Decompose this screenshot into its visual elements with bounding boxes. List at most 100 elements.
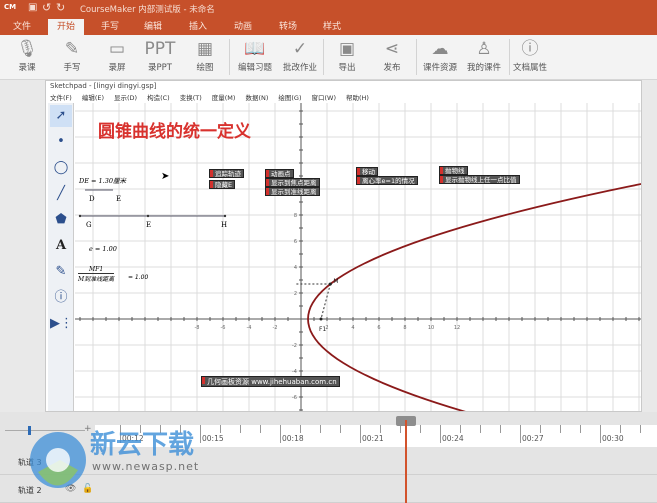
save-icon[interactable]: ▣ [28, 2, 37, 13]
point-m [328, 282, 332, 286]
sketch-menu-item[interactable]: 绘图(G) [278, 92, 301, 102]
tab-1[interactable]: 开始 [48, 19, 84, 35]
watermark-logo-icon [30, 432, 86, 488]
action-button[interactable]: 显示抛物线上任一点比值 [439, 175, 520, 184]
ratio-numerator: MF1 [89, 266, 104, 273]
tab-0[interactable]: 文件 [4, 19, 40, 35]
ruler-time-label: 00:18 [282, 434, 304, 443]
ribbon-button-6[interactable]: ✓ 批改作业 [278, 37, 322, 73]
y-tick-label: -2 [292, 343, 297, 349]
action-button[interactable]: 离心率e=1的情况 [356, 176, 418, 185]
sketch-menu-item[interactable]: 度量(M) [212, 92, 236, 102]
tab-2[interactable]: 手写 [92, 19, 128, 35]
line-tool-icon[interactable]: ╱ [50, 183, 72, 205]
ribbon-button-3[interactable]: PPT 录PPT [138, 37, 182, 73]
point-tool-icon[interactable]: • [50, 131, 72, 153]
watermark-name: 新云下载 [90, 430, 195, 460]
ruler-minor-tick [400, 425, 401, 433]
ribbon-button-label: 录屏 [108, 63, 126, 73]
ribbon-button-2[interactable]: ▭ 录屏 [95, 37, 139, 73]
arrow-tool-icon[interactable]: ➚ [50, 105, 72, 127]
info-tool-icon[interactable]: ⓘ [50, 287, 72, 309]
microphone-icon: 🎙 [16, 39, 38, 59]
ribbon-toolbar: 🎙 录课 ✎ 手写 ▭ 录屏 PPT 录PPT ▦ 绘图 📖 编辑习题 ✓ 批改作业 ▣ 导出 ⋖ 发布 ☁ 课件资源… [0, 35, 657, 80]
action-button[interactable]: 隐藏E [209, 180, 236, 189]
screen-icon: ▭ [108, 39, 126, 59]
x-tick-label: 10 [428, 325, 434, 331]
label-m: M [333, 278, 338, 285]
action-button[interactable]: 显示到焦点距离 [265, 178, 320, 187]
ruler-minor-tick [220, 425, 221, 433]
ruler-minor-tick [420, 425, 421, 433]
tab-4[interactable]: 插入 [180, 19, 216, 35]
ruler-major-tick [440, 425, 441, 443]
ribbon-button-11[interactable]: ⓘ 文档属性 [508, 37, 552, 73]
tab-7[interactable]: 样式 [314, 19, 350, 35]
label-e2: E [146, 221, 152, 229]
ribbon-button-1[interactable]: ✎ 手写 [50, 37, 94, 73]
ribbon-button-8[interactable]: ⋖ 发布 [370, 37, 414, 73]
ribbon-button-label: 课件资源 [422, 63, 457, 73]
x-tick-label: -4 [247, 325, 252, 331]
action-button[interactable]: 抛物线 [439, 166, 468, 175]
watermark-url: www.newasp.net [92, 460, 200, 473]
ribbon-button-0[interactable]: 🎙 录课 [5, 37, 49, 73]
marker-tool-icon[interactable]: ✎ [50, 261, 72, 283]
tab-3[interactable]: 编辑 [135, 19, 171, 35]
x-tick-label: -2 [273, 325, 278, 331]
action-button[interactable]: 动画点 [265, 169, 294, 178]
sketch-menu-item[interactable]: 编辑(E) [82, 92, 104, 102]
y-tick-label: -6 [292, 395, 297, 401]
draw-icon: ▦ [196, 39, 214, 59]
ratio-denominator: M到准线距离 [78, 273, 115, 283]
ribbon-button-4[interactable]: ▦ 绘图 [183, 37, 227, 73]
tab-6[interactable]: 转场 [270, 19, 306, 35]
circle-tool-icon[interactable]: ◯ [50, 157, 72, 179]
sketch-menu-item[interactable]: 构造(C) [147, 92, 170, 102]
ruler-time-label: 00:30 [602, 434, 624, 443]
ruler-minor-tick [300, 425, 301, 433]
ratio-measure: MF1 M到准线距离 [78, 266, 115, 283]
action-button[interactable]: 显示到准线距离 [265, 187, 320, 196]
focus-distance-line [320, 283, 331, 320]
text-tool-icon[interactable]: A [50, 235, 72, 257]
sketch-menu-item[interactable]: 数据(N) [245, 92, 268, 102]
undo-icon[interactable]: ↺ [42, 1, 51, 14]
sketchpad-title: Sketchpad - [lingyi dingyi.gsp] [50, 82, 157, 90]
ruler-minor-tick [240, 425, 241, 433]
ruler-minor-tick [620, 425, 621, 433]
ribbon-button-5[interactable]: 📖 编辑习题 [233, 37, 277, 73]
point [223, 214, 227, 218]
tab-5[interactable]: 动画 [225, 19, 261, 35]
ribbon-separator [416, 39, 417, 75]
ribbon-button-label: 发布 [383, 63, 401, 73]
app-logo: CM [4, 3, 17, 11]
sketch-menu-item[interactable]: 帮助(H) [346, 92, 369, 102]
redo-icon[interactable]: ↻ [56, 1, 65, 14]
ribbon-button-label: 文档属性 [512, 63, 547, 73]
sketch-menu-item[interactable]: 变换(T) [180, 92, 202, 102]
ribbon-button-7[interactable]: ▣ 导出 [325, 37, 369, 73]
ribbon-button-9[interactable]: ☁ 课件资源 [418, 37, 462, 73]
sketch-menu-item[interactable]: 显示(D) [114, 92, 137, 102]
x-tick-label: -6 [221, 325, 226, 331]
action-button[interactable]: 追踪轨迹 [209, 169, 244, 178]
y-tick-label: -4 [292, 369, 297, 375]
ratio-value: = 1.00 [128, 274, 149, 281]
polygon-tool-icon[interactable]: ⬟ [50, 209, 72, 231]
x-tick-label: 4 [351, 325, 354, 331]
sketchpad-menu: 文件(F) 编辑(E) 显示(D) 构造(C) 变换(T) 度量(M) 数据(N) 绘图(G)… [50, 92, 369, 102]
sketch-menu-item[interactable]: 文件(F) [50, 92, 72, 102]
playhead[interactable] [405, 420, 407, 503]
ruler-minor-tick [580, 425, 581, 433]
custom-tool-icon[interactable]: ▶⋮ [50, 313, 73, 335]
action-button[interactable]: 移动 [356, 167, 378, 176]
ribbon-separator [323, 39, 324, 75]
sketch-menu-item[interactable]: 窗口(W) [311, 92, 336, 102]
ribbon-button-10[interactable]: ♙ 我的课件 [462, 37, 506, 73]
ruler-major-tick [280, 425, 281, 443]
x-tick-label: 8 [403, 325, 406, 331]
sketch-canvas[interactable]: -8 -6 -4 -2 2 4 6 8 10 128642-2-4-6MF1 [75, 103, 641, 411]
link-button[interactable]: 几何画板资源 www.jihehuaban.com.cn [201, 376, 340, 387]
ribbon-button-label: 批改作业 [282, 63, 317, 73]
